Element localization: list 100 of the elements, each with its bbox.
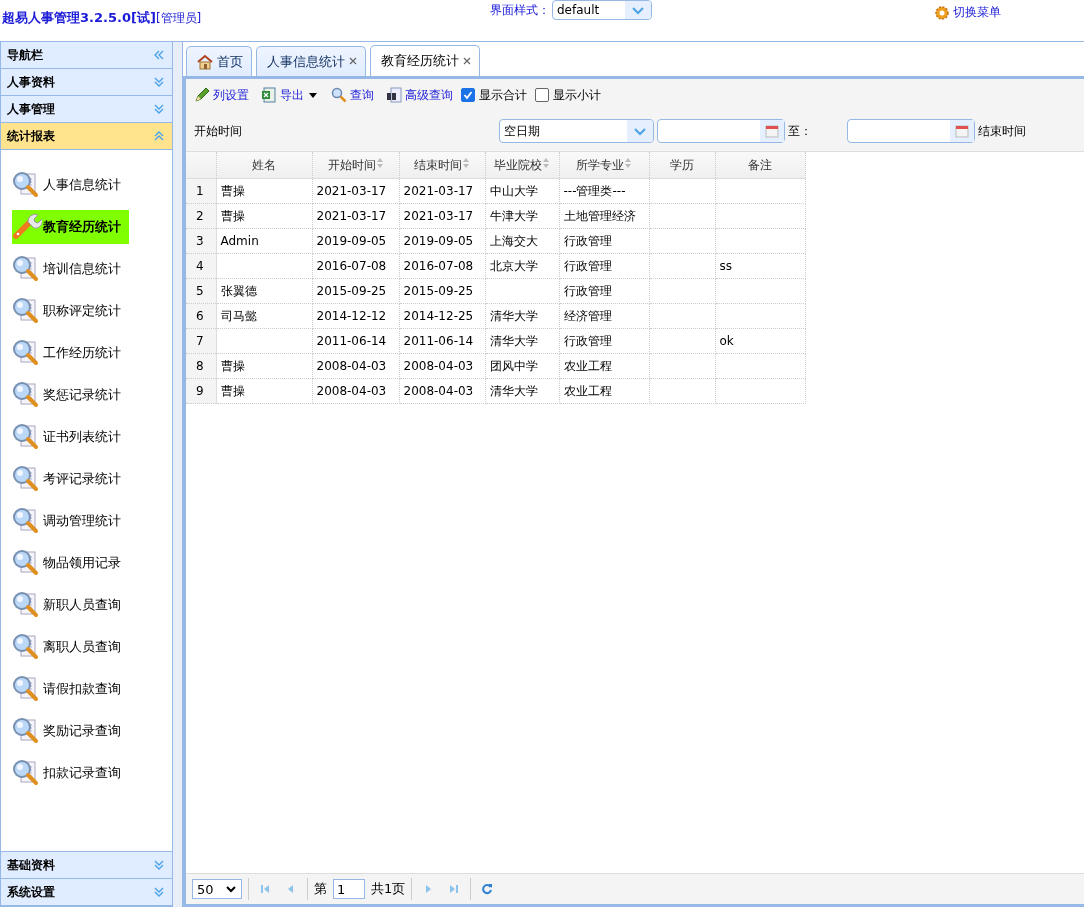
sidebar-item[interactable]: 扣款记录查询 xyxy=(12,756,129,790)
accordion-header[interactable]: 基础资料 xyxy=(1,852,172,879)
accordion-header[interactable]: 人事资料 xyxy=(1,69,172,96)
date-mode-select[interactable]: 空日期 xyxy=(499,119,654,143)
collapse-icon xyxy=(152,48,166,62)
search-icon xyxy=(331,87,347,103)
sidebar-item[interactable]: 工作经历统计 xyxy=(12,336,129,370)
sidebar-item[interactable]: 职称评定统计 xyxy=(12,294,129,328)
date-field[interactable] xyxy=(847,119,975,143)
table-cell: 张翼德 xyxy=(216,278,312,304)
expand-icon xyxy=(152,885,166,899)
table-cell: 2019-09-05 xyxy=(399,228,485,254)
first-page-icon xyxy=(259,883,271,895)
page-size-select[interactable]: 50 xyxy=(192,879,242,899)
checkmark-icon xyxy=(463,90,473,100)
app-title: 超易人事管理3.2.5.0[试] xyxy=(2,9,156,27)
expand-icon xyxy=(152,75,166,89)
calendar-icon xyxy=(765,124,779,138)
sidebar-item[interactable]: 考评记录统计 xyxy=(12,462,129,496)
tab[interactable]: 首页 xyxy=(186,46,252,76)
table-cell: 2008-04-03 xyxy=(399,353,485,379)
sidebar-item[interactable]: 人事信息统计 xyxy=(12,168,129,202)
table-cell: 2016-07-08 xyxy=(399,253,485,279)
close-icon xyxy=(463,56,471,65)
row-number: 8 xyxy=(186,353,216,379)
toolbar-button[interactable]: 导出 xyxy=(261,86,319,104)
table-cell: 行政管理 xyxy=(559,228,649,254)
table-cell: 土地管理经济 xyxy=(559,203,649,229)
row-number: 1 xyxy=(186,178,216,204)
table-cell: 曹操 xyxy=(216,203,312,229)
sort-icon xyxy=(375,156,384,169)
column-header[interactable]: 结束时间 xyxy=(399,152,485,179)
column-header[interactable]: 姓名 xyxy=(216,152,312,179)
sidebar-item[interactable]: 培训信息统计 xyxy=(12,252,129,286)
column-header[interactable]: 开始时间 xyxy=(312,152,399,179)
table-cell: 曹操 xyxy=(216,378,312,404)
last-page-icon xyxy=(448,883,461,895)
calendar-icon xyxy=(955,124,969,138)
sidebar-item[interactable]: 奖惩记录统计 xyxy=(12,378,129,412)
checkbox[interactable] xyxy=(535,88,549,102)
table-cell: 2021-03-17 xyxy=(312,203,399,229)
table-cell: 司马懿 xyxy=(216,303,312,329)
row-number: 4 xyxy=(186,253,216,279)
table-cell: 经济管理 xyxy=(559,303,649,329)
toolbar-button[interactable]: 列设置 xyxy=(194,86,249,104)
sidebar-item[interactable]: 离职人员查询 xyxy=(12,630,129,664)
filter-label: 结束时间 xyxy=(978,122,1026,140)
row-number: 2 xyxy=(186,203,216,229)
filter-label: 至： xyxy=(788,122,812,140)
accordion-header[interactable]: 人事管理 xyxy=(1,96,172,123)
sidebar-item[interactable]: 教育经历统计 xyxy=(12,210,129,244)
column-header[interactable]: 学历 xyxy=(649,152,715,179)
table-cell: 2008-04-03 xyxy=(312,378,399,404)
table-cell: Admin xyxy=(216,228,312,254)
table-cell: 行政管理 xyxy=(559,278,649,304)
table-cell: 2014-12-12 xyxy=(312,303,399,329)
table-cell: 2019-09-05 xyxy=(312,228,399,254)
toolbar-button[interactable]: 高级查询 xyxy=(386,86,453,104)
column-header[interactable]: 备注 xyxy=(715,152,805,179)
table-cell: 上海交大 xyxy=(485,228,559,254)
column-header[interactable]: 所学专业 xyxy=(559,152,649,179)
switch-menu-link[interactable]: 切换菜单 xyxy=(953,4,1001,21)
accordion-header[interactable]: 系统设置 xyxy=(1,879,172,906)
spreadsheet-icon xyxy=(261,87,277,103)
theme-select[interactable]: default xyxy=(552,0,652,20)
sidebar-item[interactable]: 物品领用记录 xyxy=(12,546,129,580)
accordion-header[interactable]: 统计报表 xyxy=(1,123,172,150)
table-cell: 2011-06-14 xyxy=(312,328,399,354)
home-icon xyxy=(197,53,213,70)
table-cell: 2011-06-14 xyxy=(399,328,485,354)
column-header[interactable]: 毕业院校 xyxy=(485,152,559,179)
tab[interactable]: 人事信息统计 xyxy=(256,46,366,76)
user-role: [管理员] xyxy=(155,10,202,27)
splitter-bar[interactable] xyxy=(173,42,183,907)
sort-icon xyxy=(542,156,550,169)
checkbox-label: 显示小计 xyxy=(553,86,601,104)
page-input[interactable]: 1 xyxy=(333,879,365,899)
table-cell: 曹操 xyxy=(216,178,312,204)
table-cell: 团风中学 xyxy=(485,353,559,379)
sidebar-item[interactable]: 奖励记录查询 xyxy=(12,714,129,748)
table-cell: 2015-09-25 xyxy=(312,278,399,304)
toolbar-button[interactable]: 查询 xyxy=(331,86,374,104)
sidebar-item[interactable]: 调动管理统计 xyxy=(12,504,129,538)
table-cell: ss xyxy=(715,253,805,279)
tab[interactable]: 教育经历统计 xyxy=(370,45,480,76)
refresh-icon xyxy=(481,883,494,895)
table-cell: 农业工程 xyxy=(559,353,649,379)
page-label: 第 xyxy=(314,880,327,898)
gear-icon xyxy=(934,4,950,21)
date-field[interactable] xyxy=(657,119,785,143)
table-cell: 2021-03-17 xyxy=(399,178,485,204)
table-cell: 行政管理 xyxy=(559,253,649,279)
sidebar-item[interactable]: 新职人员查询 xyxy=(12,588,129,622)
table-cell: 清华大学 xyxy=(485,378,559,404)
theme-label: 界面样式： xyxy=(490,1,550,19)
row-number: 3 xyxy=(186,228,216,254)
sidebar-item[interactable]: 证书列表统计 xyxy=(12,420,129,454)
sort-icon xyxy=(462,156,470,169)
checkbox[interactable] xyxy=(461,88,475,102)
sidebar-item[interactable]: 请假扣款查询 xyxy=(12,672,129,706)
